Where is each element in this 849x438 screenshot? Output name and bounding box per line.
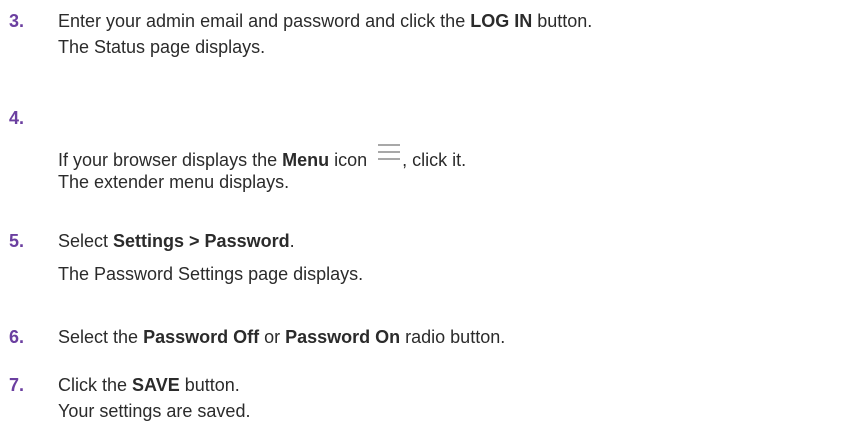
menu-label: Menu bbox=[282, 150, 330, 170]
step-3-text-post: button. bbox=[532, 11, 593, 31]
password-on-label: Password On bbox=[285, 327, 401, 347]
password-off-label: Password Off bbox=[143, 327, 260, 347]
step-number: 6. bbox=[9, 327, 25, 347]
step-7-result: Your settings are saved. bbox=[58, 401, 251, 421]
step-number: 4. bbox=[9, 108, 25, 128]
hamburger-menu-icon bbox=[378, 144, 401, 160]
step-4-result: The extender menu displays. bbox=[58, 172, 290, 192]
step-number: 5. bbox=[9, 231, 25, 251]
step-number: 7. bbox=[9, 375, 25, 395]
step-3-result: The Status page displays. bbox=[58, 37, 266, 57]
step-5-text-pre: Select bbox=[58, 231, 114, 251]
step-3-text-pre: Enter your admin email and password and … bbox=[58, 11, 471, 31]
step-4-instruction: If your browser displays the Menu icon ,… bbox=[58, 144, 466, 172]
step-4-text-post: , click it. bbox=[402, 150, 467, 170]
step-5-text-post: . bbox=[289, 231, 295, 251]
step-7-instruction: Click the SAVE button. bbox=[58, 373, 240, 397]
step-6-instruction: Select the Password Off or Password On r… bbox=[58, 325, 505, 349]
step-5-instruction: Select Settings > Password. bbox=[58, 229, 295, 253]
step-7-text-pre: Click the bbox=[58, 375, 133, 395]
settings-password-path: Settings > Password bbox=[113, 231, 290, 251]
step-number: 3. bbox=[9, 11, 25, 31]
step-4-text-pre: If your browser displays the bbox=[58, 150, 283, 170]
step-6-text-mid: or bbox=[259, 327, 286, 347]
step-5-result: The Password Settings page displays. bbox=[58, 264, 364, 284]
step-7-text-post: button. bbox=[179, 375, 240, 395]
step-4-text-mid: icon bbox=[329, 150, 373, 170]
step-6-text-post: radio button. bbox=[400, 327, 506, 347]
step-6-text-pre: Select the bbox=[58, 327, 144, 347]
save-button-label: SAVE bbox=[132, 375, 180, 395]
log-in-button-label: LOG IN bbox=[470, 11, 533, 31]
step-3-instruction: Enter your admin email and password and … bbox=[58, 9, 592, 33]
